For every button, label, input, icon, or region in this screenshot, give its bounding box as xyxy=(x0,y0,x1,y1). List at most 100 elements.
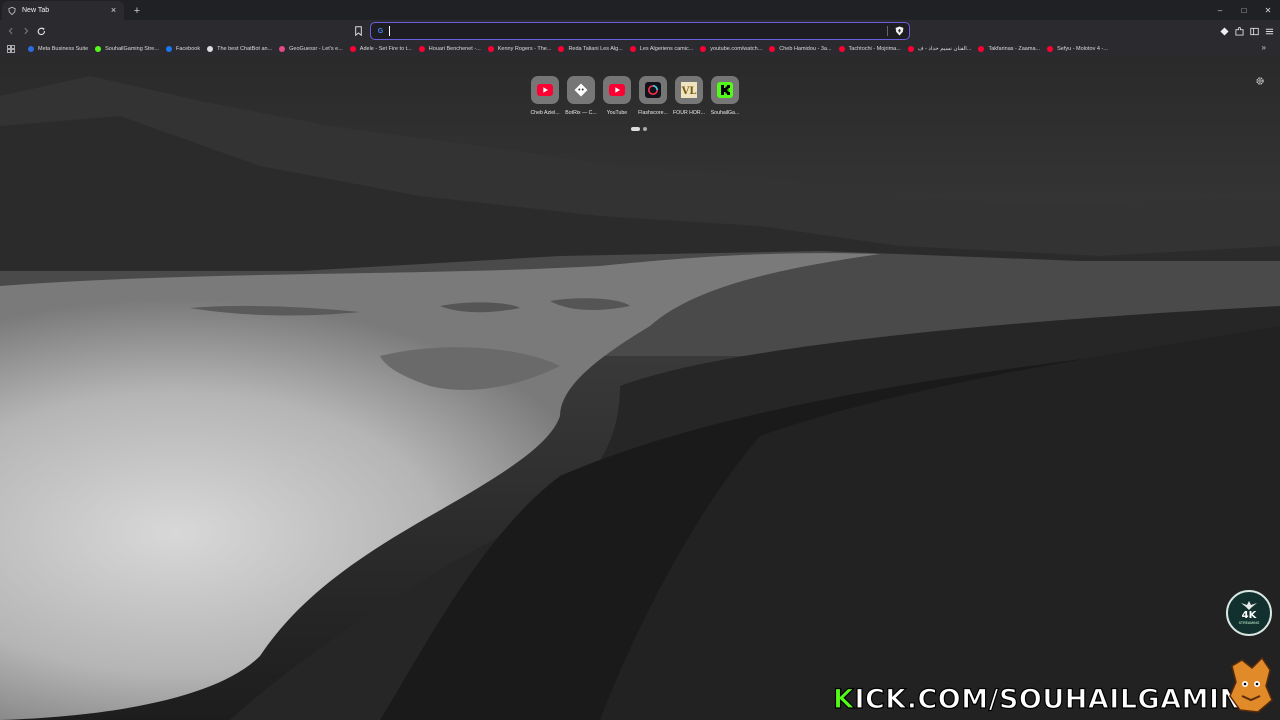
bookmark-item[interactable]: Reda Taliani Les Alg... xyxy=(558,46,623,52)
bookmark-item[interactable]: Takfarinas - Zaama... xyxy=(978,46,1040,52)
bookmark-item[interactable]: SouhailGaming Stre... xyxy=(95,46,159,52)
back-icon[interactable] xyxy=(4,24,18,38)
maximize-button[interactable]: □ xyxy=(1232,0,1256,20)
bookmark-favicon-icon xyxy=(165,46,172,52)
brave-shields-icon[interactable] xyxy=(892,24,906,38)
bookmark-item[interactable]: Kenny Rogers - The... xyxy=(487,46,552,52)
bookmark-label: youtube.com/watch... xyxy=(710,46,763,52)
bookmark-item[interactable]: Houari Benchenet -... xyxy=(418,46,481,52)
bookmark-item[interactable]: Les Algeriens camic... xyxy=(629,46,694,52)
browser-window: New Tab × + – □ ✕ G Meta Business Suite … xyxy=(0,0,1280,720)
bookmark-item[interactable]: Meta Business Suite xyxy=(28,46,88,52)
top-site-label: BotRix — C... xyxy=(565,110,597,116)
top-site-shortcut[interactable]: YouTube xyxy=(603,76,631,116)
toolbar: G xyxy=(0,20,1280,42)
four-horsemen-icon[interactable]: VL xyxy=(675,76,703,104)
pager-dot[interactable] xyxy=(643,127,647,131)
tab-strip: New Tab × + – □ ✕ xyxy=(0,0,1280,20)
text-caret xyxy=(389,26,390,36)
badge-subtitle: STREAMING xyxy=(1238,621,1260,625)
apps-grid-icon[interactable] xyxy=(6,44,16,54)
bookmark-label: Reda Taliani Les Alg... xyxy=(568,46,623,52)
bookmark-item[interactable]: Tachtochi - Mojrima... xyxy=(838,46,901,52)
bookmark-item[interactable]: Sefyu - Molotov 4 -... xyxy=(1047,46,1108,52)
botrix-icon[interactable] xyxy=(567,76,595,104)
close-window-button[interactable]: ✕ xyxy=(1256,0,1280,20)
bookmark-favicon-icon xyxy=(907,46,914,52)
brave-shield-icon xyxy=(8,6,16,15)
top-site-shortcut[interactable]: VL FOUR HOR... xyxy=(673,76,705,116)
bookmark-item[interactable]: Facebook xyxy=(165,46,201,52)
bookmark-label: Tachtochi - Mojrima... xyxy=(848,46,901,52)
photo-credit[interactable]: Photo by Tobe Mulder xyxy=(8,699,57,705)
bookmark-label: The best ChatBot an... xyxy=(217,46,273,52)
minimize-button[interactable]: – xyxy=(1208,0,1232,20)
top-sites-pager xyxy=(631,127,647,131)
bookmark-favicon-icon xyxy=(700,46,707,52)
flashscore-icon[interactable] xyxy=(639,76,667,104)
reload-icon[interactable] xyxy=(34,24,48,38)
brave-rewards-icon[interactable] xyxy=(1217,24,1231,38)
sidebar-toggle-icon[interactable] xyxy=(1247,24,1261,38)
kick-icon[interactable] xyxy=(711,76,739,104)
bookmark-favicon-icon xyxy=(95,46,102,52)
top-sites: Cheb Aziel... BotRix — C... YouTube Flashsc… xyxy=(530,76,739,116)
bookmark-label: Sefyu - Molotov 4 -... xyxy=(1057,46,1108,52)
omnibox-divider xyxy=(887,26,888,36)
svg-text:VL: VL xyxy=(681,86,696,97)
bookmark-page-icon[interactable] xyxy=(352,24,364,38)
bookmark-favicon-icon xyxy=(487,46,494,52)
forward-icon[interactable] xyxy=(19,24,33,38)
top-site-label: SouhailGa... xyxy=(710,110,740,116)
bookmark-label: Houari Benchenet -... xyxy=(428,46,481,52)
more-bookmarks-button[interactable]: » xyxy=(1262,43,1266,52)
bookmark-label: Les Algeriens camic... xyxy=(639,46,694,52)
bookmark-label: الفنان نسيم حداد - ف... xyxy=(917,46,972,52)
bookmark-item[interactable]: youtube.com/watch... xyxy=(700,46,762,52)
top-site-label: Flashscore... xyxy=(638,110,668,116)
extensions-icon[interactable] xyxy=(1232,24,1246,38)
toolbar-actions xyxy=(1217,24,1276,38)
top-site-shortcut[interactable]: SouhailGa... xyxy=(711,76,739,116)
bookmark-item[interactable]: Cheb Hamidou - 3a... xyxy=(769,46,832,52)
background-photo xyxy=(0,56,1280,720)
youtube-icon[interactable] xyxy=(531,76,559,104)
badge-title: 4K xyxy=(1241,610,1257,621)
bookmark-label: Takfarinas - Zaama... xyxy=(988,46,1041,52)
tab-new-tab[interactable]: New Tab × xyxy=(2,1,124,20)
top-site-shortcut[interactable]: Flashscore... xyxy=(638,76,668,116)
bookmark-item[interactable]: الفنان نسيم حداد - ف... xyxy=(907,46,972,52)
pager-dot-active[interactable] xyxy=(631,127,640,131)
bookmark-favicon-icon xyxy=(558,46,565,52)
bookmark-item[interactable]: Adele - Set Fire to t... xyxy=(349,46,412,52)
eagle-icon xyxy=(1241,601,1257,610)
bookmark-label: Adele - Set Fire to t... xyxy=(359,46,412,52)
top-site-label: Cheb Aziel... xyxy=(530,110,560,116)
souhailgaming-logo-icon xyxy=(1229,656,1273,713)
top-site-label: FOUR HOR... xyxy=(673,110,705,116)
kick-channel-banner: KICK.COM/SOUHAILGAMING xyxy=(832,683,1266,715)
customize-gear-icon[interactable] xyxy=(1254,75,1266,87)
new-tab-button[interactable]: + xyxy=(128,2,146,20)
bookmark-label: Cheb Hamidou - 3a... xyxy=(779,46,832,52)
bookmark-favicon-icon xyxy=(629,46,636,52)
bookmark-item[interactable]: The best ChatBot an... xyxy=(207,46,272,52)
top-site-label: YouTube xyxy=(606,110,628,116)
kick-banner-rest: ICK.COM/SOUHAILGAMING xyxy=(854,683,1266,715)
bookmark-label: SouhailGaming Stre... xyxy=(105,46,159,52)
google-search-icon: G xyxy=(377,27,384,35)
youtube-icon[interactable] xyxy=(603,76,631,104)
close-tab-icon[interactable]: × xyxy=(109,6,118,15)
tab-title: New Tab xyxy=(22,7,50,14)
menu-icon[interactable] xyxy=(1262,24,1276,38)
bookmark-label: Facebook xyxy=(175,46,201,52)
bookmark-label: Kenny Rogers - The... xyxy=(497,46,552,52)
top-site-shortcut[interactable]: Cheb Aziel... xyxy=(530,76,560,116)
kick-banner-first-letter: K xyxy=(832,683,855,715)
bookmark-favicon-icon xyxy=(349,46,356,52)
bookmark-item[interactable]: GeoGuessr - Let's e... xyxy=(279,46,343,52)
address-bar[interactable]: G xyxy=(370,22,910,40)
bookmark-list: Meta Business Suite SouhailGaming Stre...… xyxy=(28,46,1115,52)
address-input[interactable] xyxy=(389,24,887,38)
top-site-shortcut[interactable]: BotRix — C... xyxy=(565,76,597,116)
